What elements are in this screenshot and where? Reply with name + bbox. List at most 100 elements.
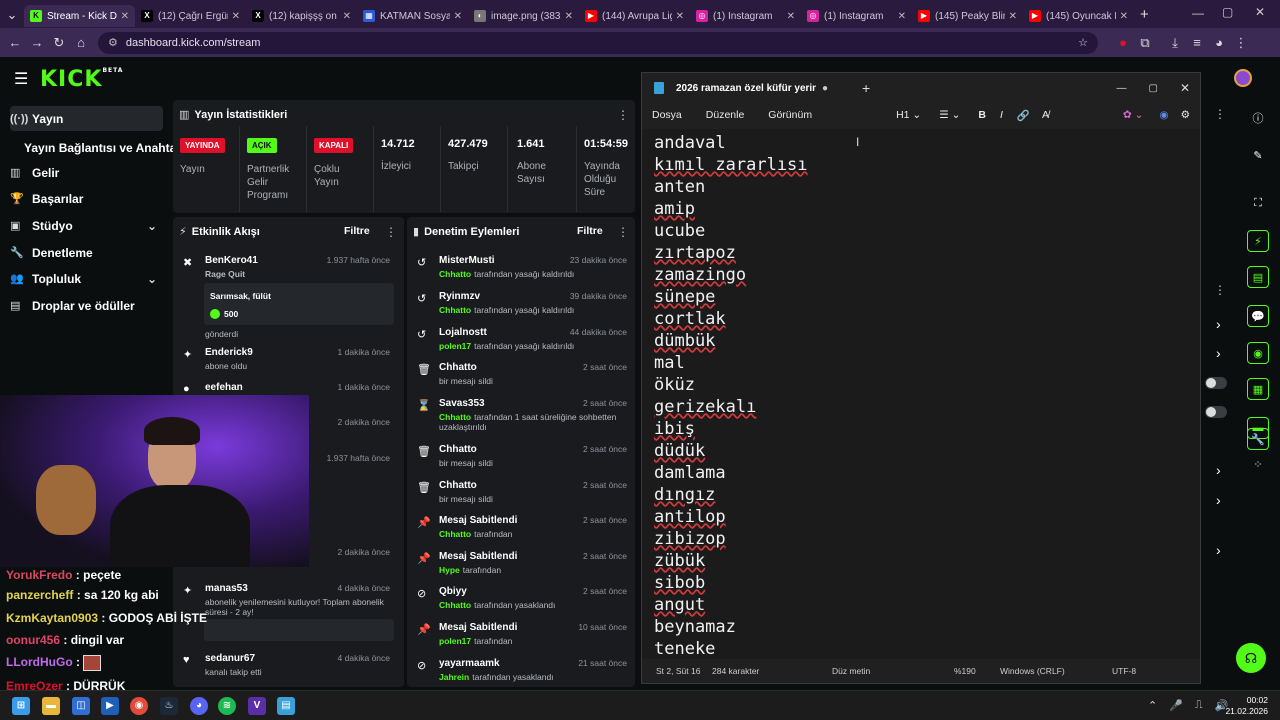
copilot-icon[interactable]: ✿ ⌄ <box>1123 109 1144 121</box>
site-info-icon[interactable]: ⚙ <box>108 36 118 49</box>
notepad-taskbar-icon[interactable]: ▤ <box>277 697 295 715</box>
bookmark-star-icon[interactable]: ☆ <box>1078 36 1088 49</box>
spotify-icon[interactable]: ≋ <box>218 697 236 715</box>
profile-avatar-icon[interactable]: ◕ <box>1208 35 1230 50</box>
back-arrow-icon[interactable]: ← <box>4 35 26 50</box>
network-icon[interactable]: ⎍ <box>1195 699 1203 712</box>
browser-tab[interactable]: X (12) kapişşş on X ✕ <box>246 5 357 27</box>
moderation-row[interactable]: ↺ Lojalnostt polen17 tarafından yasağı kald… <box>407 327 635 351</box>
microphone-icon[interactable]: 🎤 <box>1169 699 1183 712</box>
maximize-icon[interactable]: ▢ <box>1148 83 1157 94</box>
minimize-window-icon[interactable]: — <box>1192 6 1204 20</box>
tab-close-icon[interactable]: ✕ <box>343 11 351 22</box>
minimize-icon[interactable]: — <box>1116 83 1126 94</box>
sidebar-item[interactable]: ▣ Stüdyo ⌄ <box>10 213 163 238</box>
moderation-menu-icon[interactable]: ⋮ <box>617 225 629 239</box>
extensions-puzzle-icon[interactable]: ⧉ <box>1134 35 1156 51</box>
sidebar-item[interactable]: 🏆 Başarılar <box>10 186 163 211</box>
browser-tab[interactable]: ◐ image.png (383× ✕ <box>468 5 579 27</box>
browser-tab[interactable]: ▦ KATMAN Sosyal S ✕ <box>357 5 468 27</box>
menu-item[interactable]: Görünüm <box>768 109 812 121</box>
moderator-name[interactable]: polen17 <box>439 341 471 351</box>
browser-tab[interactable]: ▶ (145) Oyuncak His ✕ <box>1023 5 1134 27</box>
notepad-tab[interactable]: 2026 ramazan özel küfür yerine kul ● <box>676 83 844 94</box>
download-icon[interactable]: ⤓ <box>1164 35 1186 51</box>
sidebar-item[interactable]: ▥ Gelir <box>10 160 163 185</box>
right-panel-menu-icon[interactable]: ⋮ <box>1214 107 1226 121</box>
url-field[interactable]: ⚙ dashboard.kick.com/stream ☆ <box>98 31 1098 54</box>
italic-icon[interactable]: I <box>1000 109 1003 121</box>
close-icon[interactable]: ✕ <box>1180 81 1190 95</box>
chevron-right-icon[interactable]: › <box>1216 316 1221 332</box>
moderator-name[interactable]: Chhatto <box>439 269 471 279</box>
activity-row[interactable]: ♥ sedanur67 kanalı takip etti 4 dakika önce <box>173 653 398 677</box>
sidebar-item[interactable]: 👥 Topluluk ⌄ <box>10 266 163 291</box>
moderation-row[interactable]: 📌 Mesaj Sabitlendi Hype tarafından 2 saat ön… <box>407 551 635 575</box>
media-icon[interactable]: ▶ <box>101 697 119 715</box>
moderation-row[interactable]: ↺ MisterMusti Chhatto tarafından yasağı kal… <box>407 255 635 279</box>
chevron-right-icon[interactable]: › <box>1216 462 1221 478</box>
more-dots-icon[interactable]: ⁘ <box>1247 453 1269 475</box>
moderation-row[interactable]: 📌 Mesaj Sabitlendi Chhatto tarafından 2 saat… <box>407 515 635 539</box>
layout-rail-icon[interactable]: ▦ <box>1247 378 1269 400</box>
media-control-icon[interactable]: ≡ <box>1186 35 1208 50</box>
browser-tab[interactable]: X (12) Çağrı Ergün o ✕ <box>135 5 246 27</box>
fullscreen-icon[interactable]: ⛶ <box>1247 192 1269 214</box>
sidebar-item[interactable]: ▤ Droplar ve ödüller <box>10 293 163 318</box>
moderator-name[interactable]: polen17 <box>439 636 471 646</box>
tab-close-icon[interactable]: ✕ <box>787 11 795 22</box>
settings-gear-icon[interactable]: ⚙ <box>1181 109 1190 121</box>
list-icon[interactable]: ☰ ⌄ <box>939 109 960 121</box>
moderation-filter-button[interactable]: Filtre <box>577 225 603 237</box>
moderation-row[interactable]: 🗑 Chhatto bir mesajı sildi 2 saat önce <box>407 362 635 386</box>
steam-icon[interactable]: ♨ <box>160 697 178 715</box>
tab-close-icon[interactable]: ✕ <box>676 11 684 22</box>
chat-username[interactable]: oonur456 <box>6 633 60 647</box>
chat-username[interactable]: KzmKaytan0903 <box>6 611 98 625</box>
rail-wrench-icon[interactable]: 🔧 <box>1247 428 1269 450</box>
info-icon[interactable]: ⓘ <box>1247 107 1269 129</box>
browser-tab[interactable]: K Stream - Kick Dash ✕ <box>24 5 135 27</box>
right-panel-menu-icon-2[interactable]: ⋮ <box>1214 283 1226 297</box>
moderator-name[interactable]: Chhatto <box>439 305 471 315</box>
stats-menu-icon[interactable]: ⋮ <box>617 108 629 122</box>
link-icon[interactable]: 🔗 <box>1017 109 1030 122</box>
close-window-icon[interactable]: ✕ <box>1255 5 1265 19</box>
pencil-icon[interactable]: ✎ <box>1247 144 1269 166</box>
chevron-right-icon[interactable]: › <box>1216 542 1221 558</box>
extension-red-icon[interactable]: ● <box>1112 35 1134 50</box>
activity-row[interactable]: ✦ Enderick9 abone oldu 1 dakika önce <box>173 347 398 371</box>
unsaved-dot-icon[interactable]: ● <box>822 83 828 94</box>
sidebar-item[interactable]: Yayın Bağlantısı ve Anahtarı <box>10 135 184 160</box>
notepad-text-area[interactable]: andaval kımıl zararlısı anten amip ucube zırt… <box>642 129 1200 659</box>
toggle-switch[interactable] <box>1205 377 1227 389</box>
vpn-icon[interactable]: V <box>248 697 266 715</box>
toggle-switch[interactable] <box>1205 406 1227 418</box>
moderator-name[interactable]: Chhatto <box>439 529 471 539</box>
activity-filter-button[interactable]: Filtre <box>344 225 370 237</box>
clock[interactable]: 00:02 21.02.2026 <box>1225 695 1268 717</box>
lightning-rail-icon[interactable]: ⚡ <box>1247 230 1269 252</box>
heading-dropdown[interactable]: H1 ⌄ <box>896 109 921 121</box>
moderation-row[interactable]: ↺ Ryinmzv Chhatto tarafından yasağı kaldırı… <box>407 291 635 315</box>
notes-rail-icon[interactable]: ▤ <box>1247 266 1269 288</box>
forward-arrow-icon[interactable]: → <box>26 35 48 50</box>
activity-row[interactable]: ● eefehan 1 dakika önce <box>173 382 398 395</box>
file-explorer-icon[interactable]: ▬ <box>42 697 60 715</box>
browser-tab[interactable]: ▶ (145) Peaky Blinde ✕ <box>912 5 1023 27</box>
moderator-name[interactable]: Chhatto <box>439 412 471 422</box>
hamburger-menu-icon[interactable]: ☰ <box>14 69 28 89</box>
chevron-right-icon[interactable]: › <box>1216 345 1221 361</box>
browser-tab[interactable]: ◎ (1) Instagram ✕ <box>690 5 801 27</box>
browser-menu-icon[interactable]: ⋮ <box>1230 35 1252 51</box>
tab-close-icon[interactable]: ✕ <box>454 11 462 22</box>
chevron-down-icon[interactable]: ⌄ <box>147 219 157 233</box>
chat-username[interactable]: YorukFredo <box>6 568 72 582</box>
tab-close-icon[interactable]: ✕ <box>565 11 573 22</box>
tab-close-icon[interactable]: ✕ <box>121 11 129 22</box>
moderation-row[interactable]: 🗑 Chhatto bir mesajı sildi 2 saat önce <box>407 480 635 504</box>
activity-menu-icon[interactable]: ⋮ <box>385 225 397 239</box>
new-tab-button[interactable]: + <box>1140 6 1149 23</box>
discord-icon[interactable]: ◕ <box>190 697 208 715</box>
sidebar-item[interactable]: 🔧 Denetleme <box>10 240 163 265</box>
